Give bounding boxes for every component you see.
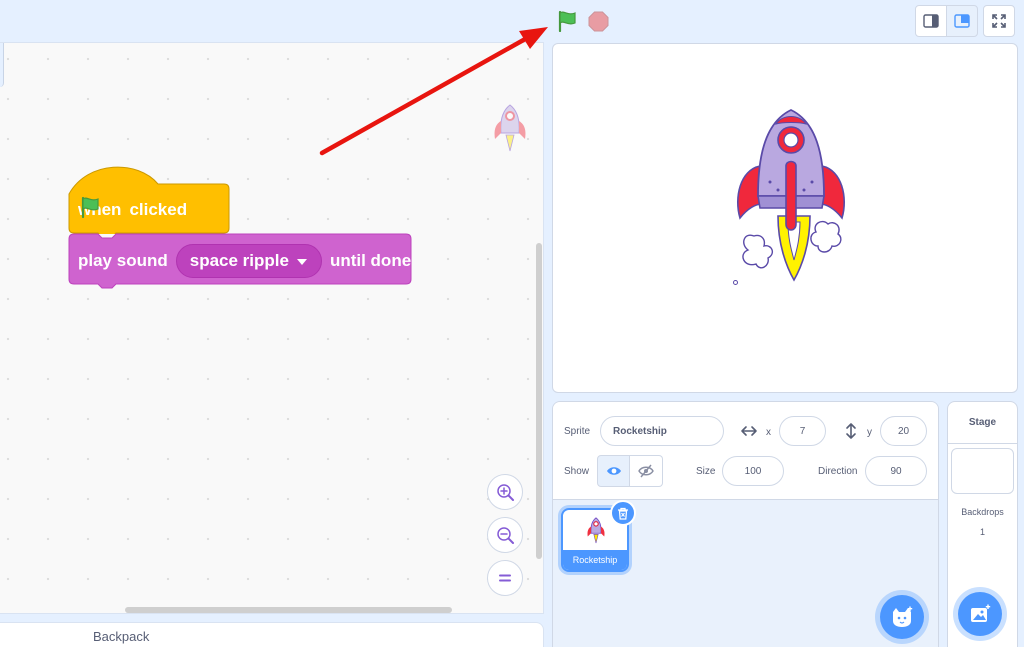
eye-slash-icon <box>638 464 654 478</box>
rocketship-thumbnail-image <box>587 517 605 544</box>
rocketship-sprite[interactable] <box>726 104 856 294</box>
backdrops-label: Backdrops <box>961 507 1004 517</box>
green-flag-button[interactable] <box>556 10 578 32</box>
chevron-down-icon <box>296 259 307 265</box>
fullscreen-button[interactable] <box>983 5 1015 37</box>
y-input[interactable]: 20 <box>880 416 927 446</box>
sprite-name-input[interactable]: Rocketship <box>600 416 724 446</box>
direction-label: Direction <box>818 466 858 477</box>
trash-icon <box>618 507 628 520</box>
code-area-sprite-thumbnail <box>494 104 526 152</box>
stage-selector-title: Stage <box>948 402 1017 444</box>
show-visible-button[interactable] <box>597 455 630 487</box>
hat-clicked-label: clicked <box>129 200 188 219</box>
normal-stage-icon <box>954 14 970 28</box>
delete-sprite-button[interactable] <box>610 500 636 526</box>
horizontal-arrows-icon <box>741 426 757 436</box>
zoom-out-button[interactable] <box>487 517 523 553</box>
when-flag-clicked-block[interactable]: when clicked <box>68 166 230 234</box>
backdrop-thumbnail[interactable] <box>951 448 1014 494</box>
vertical-scrollbar[interactable] <box>536 243 542 559</box>
eye-icon <box>606 467 621 475</box>
add-sprite-icon <box>893 606 913 627</box>
zoom-reset-button[interactable] <box>487 560 523 596</box>
normal-stage-button[interactable] <box>946 5 978 37</box>
sprite-label: Sprite <box>564 426 591 437</box>
y-label: y <box>867 427 872 438</box>
direction-input[interactable]: 90 <box>865 456 927 486</box>
fullscreen-icon <box>992 14 1006 28</box>
zoom-in-button[interactable] <box>487 474 523 510</box>
size-input[interactable]: 100 <box>722 456 784 486</box>
play-sound-until-done-block[interactable]: play sound space ripple until done <box>68 233 412 295</box>
small-stage-icon <box>923 14 939 28</box>
stop-button[interactable] <box>588 11 609 32</box>
horizontal-scrollbar[interactable] <box>125 607 452 613</box>
sprite-pane: Sprite Rocketship x 7 y 20 Show Size 100… <box>552 401 939 647</box>
x-input[interactable]: 7 <box>779 416 826 446</box>
backpack[interactable]: Backpack <box>0 622 544 647</box>
show-label: Show <box>564 466 590 477</box>
sprite-info-panel: Sprite Rocketship x 7 y 20 Show Size 100… <box>553 402 938 500</box>
sprite-thumbnail-name: Rocketship <box>563 550 627 570</box>
backdrops-count: 1 <box>979 527 985 537</box>
add-backdrop-icon <box>971 604 991 622</box>
x-label: x <box>766 427 771 438</box>
code-area[interactable]: when clicked play sound space ripple unt… <box>0 42 544 614</box>
sound-dropdown[interactable]: space ripple <box>175 244 322 278</box>
zoom-in-icon <box>497 484 514 501</box>
zoom-reset-icon <box>499 574 511 582</box>
zoom-out-icon <box>497 527 514 544</box>
backpack-label: Backpack <box>93 629 150 644</box>
until-done-label: until done <box>329 251 412 270</box>
stage[interactable] <box>552 43 1018 393</box>
vertical-arrows-icon <box>846 423 856 439</box>
show-hidden-button[interactable] <box>630 455 663 487</box>
tab-edge <box>0 43 4 87</box>
show-toggle-group <box>597 455 663 487</box>
play-sound-label: play sound <box>78 251 168 270</box>
sound-dropdown-value: space ripple <box>189 251 289 270</box>
size-label: Size <box>696 466 716 477</box>
add-sprite-button[interactable] <box>880 595 924 639</box>
add-backdrop-button[interactable] <box>958 592 1002 636</box>
stage-dot <box>733 280 738 285</box>
green-flag-icon <box>81 196 99 219</box>
small-stage-button[interactable] <box>915 5 947 37</box>
